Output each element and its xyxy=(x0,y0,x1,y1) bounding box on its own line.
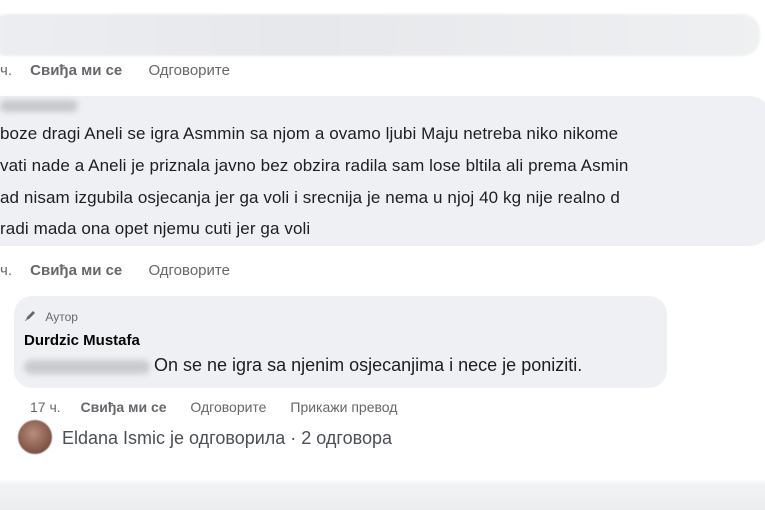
view-replies-link[interactable]: Eldana Ismic је одговорила · 2 одговора xyxy=(62,428,392,449)
like-button[interactable]: Свиђа ми се xyxy=(81,399,167,415)
comment-text-line: boze dragi Aneli se igra Asmmin sa njom … xyxy=(0,124,619,143)
reply-text: On se ne igra sa njenim osjecanjima i ne… xyxy=(154,355,583,375)
like-button[interactable]: Свиђа ми се xyxy=(30,62,122,79)
blurred-comment-bubble xyxy=(0,14,760,56)
reply-button[interactable]: Одговорите xyxy=(148,262,229,279)
comment-text-line: ad nisam izgubila osjecanja jer ga voli … xyxy=(0,188,620,207)
author-badge: Аутор xyxy=(24,310,78,324)
main-comment-actions: ч. Свиђа ми се Одговорите xyxy=(0,262,230,279)
blurred-commenter-name xyxy=(0,100,78,112)
avatar[interactable] xyxy=(18,420,52,454)
like-button[interactable]: Свиђа ми се xyxy=(30,262,122,279)
blurred-mention-tag xyxy=(24,360,150,374)
reply-button[interactable]: Одговорите xyxy=(148,62,229,79)
top-comment-actions: ч. Свиђа ми се Одговорите xyxy=(0,62,230,79)
author-badge-label: Аутор xyxy=(45,310,78,324)
comment-text-line: vati nade a Aneli je priznala javno bez … xyxy=(0,156,629,175)
pencil-icon xyxy=(25,311,35,321)
reply-button[interactable]: Одговорите xyxy=(190,399,266,415)
see-translation-button[interactable]: Прикажи превод xyxy=(290,399,397,415)
reply-time[interactable]: 17 ч. xyxy=(30,399,61,415)
comment-text-line: radi mada ona opet njemu cuti jer ga vol… xyxy=(0,219,311,238)
comment-time: ч. xyxy=(0,262,12,279)
reply-actions: 17 ч. Свиђа ми се Одговорите Прикажи пре… xyxy=(30,399,397,415)
blurred-next-comment xyxy=(0,482,765,510)
reply-author-name[interactable]: Durdzic Mustafa xyxy=(24,332,140,349)
comment-time: ч. xyxy=(0,62,12,79)
comment-thread: ч. Свиђа ми се Одговорите boze dragi Ane… xyxy=(0,0,765,510)
